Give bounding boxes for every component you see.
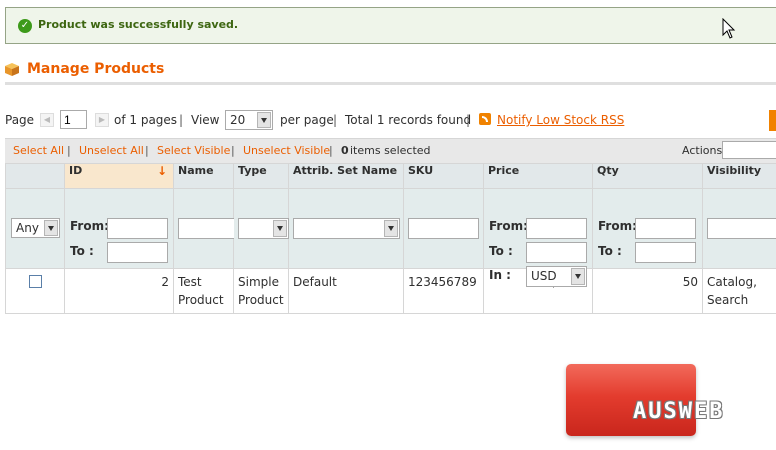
action-button-edge[interactable]: [769, 110, 776, 131]
sku-filter-input[interactable]: [408, 218, 479, 239]
qty-to-input[interactable]: [635, 242, 696, 263]
massaction-column-header: [5, 163, 65, 189]
column-header-id[interactable]: ID ↓: [64, 163, 174, 189]
next-page-arrow-icon[interactable]: ▶: [95, 113, 109, 127]
filter-attrib-set: [288, 188, 404, 269]
chevron-down-icon: [273, 220, 287, 237]
pager: Page ◀ ▶ of 1 pages | View 20 per page |…: [5, 110, 776, 130]
unselect-all-link[interactable]: Unselect All: [79, 144, 144, 157]
price-from-label: From:: [489, 219, 528, 233]
chevron-down-icon: [44, 220, 58, 236]
id-from-input[interactable]: [107, 218, 168, 239]
chevron-down-icon: [571, 268, 585, 285]
per-page-value: 20: [230, 113, 246, 127]
qty-from-input[interactable]: [635, 218, 696, 239]
chevron-down-icon: [384, 220, 398, 237]
box-icon: [5, 63, 19, 76]
cell-qty: 50: [592, 268, 703, 314]
type-filter-select[interactable]: [238, 218, 289, 239]
selected-count: 0: [341, 144, 349, 157]
cell-id: 2: [64, 268, 174, 314]
ausweb-logo-text: AUSWEB: [633, 399, 725, 424]
chevron-down-icon: [257, 112, 271, 128]
select-visible-link[interactable]: Select Visible: [157, 144, 230, 157]
currency-select[interactable]: USD: [526, 266, 587, 287]
filter-name: [173, 188, 253, 269]
row-checkbox-cell: [5, 268, 65, 314]
products-grid: ID ↓ Name Type Attrib. Set Name SKU Price…: [5, 163, 776, 314]
filter-price: From: To : In : USD: [483, 188, 593, 287]
page-label: Page: [5, 113, 35, 127]
filter-type: [233, 188, 289, 269]
attrib-set-filter-select[interactable]: [293, 218, 400, 239]
header-divider: [5, 82, 776, 85]
column-header-qty[interactable]: Qty: [592, 163, 703, 189]
any-select[interactable]: Any: [11, 218, 60, 238]
id-to-input[interactable]: [107, 242, 168, 263]
column-header-sku[interactable]: SKU: [403, 163, 484, 189]
qty-from-label: From:: [598, 219, 637, 233]
page-input[interactable]: [60, 110, 87, 129]
table-row[interactable]: 2 Test Product Simple Product Default 123…: [5, 268, 776, 314]
qty-to-label: To :: [598, 244, 622, 258]
of-pages-text: of 1 pages: [114, 113, 178, 127]
column-header-attrib-set[interactable]: Attrib. Set Name: [288, 163, 404, 189]
filter-qty: From: To :: [592, 188, 703, 269]
success-message: ✓ Product was successfully saved.: [5, 7, 776, 44]
column-header-type[interactable]: Type: [233, 163, 289, 189]
mouse-cursor-icon: [722, 18, 736, 39]
select-all-link[interactable]: Select All: [13, 144, 64, 157]
success-message-text: Product was successfully saved.: [38, 18, 239, 31]
visibility-filter-select[interactable]: [707, 218, 776, 239]
success-check-icon: ✓: [18, 19, 32, 33]
price-from-input[interactable]: [526, 218, 587, 239]
view-label: View: [191, 113, 220, 127]
cell-name: Test Product: [173, 268, 234, 314]
per-page-select[interactable]: 20: [225, 110, 273, 130]
rss-icon: [479, 113, 491, 125]
unselect-visible-link[interactable]: Unselect Visible: [243, 144, 330, 157]
filter-sku: [403, 188, 484, 269]
id-from-label: From:: [70, 219, 109, 233]
price-to-input[interactable]: [526, 242, 587, 263]
cell-visibility: Catalog, Search: [702, 268, 776, 314]
total-records: Total 1 records found: [345, 113, 472, 127]
filter-massaction: Any: [5, 188, 65, 269]
column-header-visibility[interactable]: Visibility: [702, 163, 776, 189]
sort-arrow-icon: ↓: [156, 164, 167, 178]
filter-id: From: To :: [64, 188, 174, 269]
price-to-label: To :: [489, 244, 513, 258]
massaction-bar: Select All | Unselect All | Select Visib…: [5, 138, 776, 163]
per-page-label: per page: [280, 113, 334, 127]
actions-select[interactable]: [722, 141, 776, 159]
cell-type: Simple Product: [233, 268, 289, 314]
cell-attrib-set: Default: [288, 268, 404, 314]
id-to-label: To :: [70, 244, 94, 258]
selected-label: items selected: [350, 144, 431, 157]
cell-sku: 123456789: [403, 268, 484, 314]
actions-label: Actions: [682, 144, 723, 157]
column-header-name[interactable]: Name: [173, 163, 234, 189]
row-checkbox[interactable]: [29, 275, 42, 288]
column-header-price[interactable]: Price: [483, 163, 593, 189]
price-in-label: In :: [489, 268, 511, 282]
prev-page-arrow-icon[interactable]: ◀: [40, 113, 54, 127]
page-title: Manage Products: [27, 61, 165, 77]
notify-low-stock-rss-link[interactable]: Notify Low Stock RSS: [497, 113, 624, 127]
filter-visibility: [702, 188, 776, 269]
